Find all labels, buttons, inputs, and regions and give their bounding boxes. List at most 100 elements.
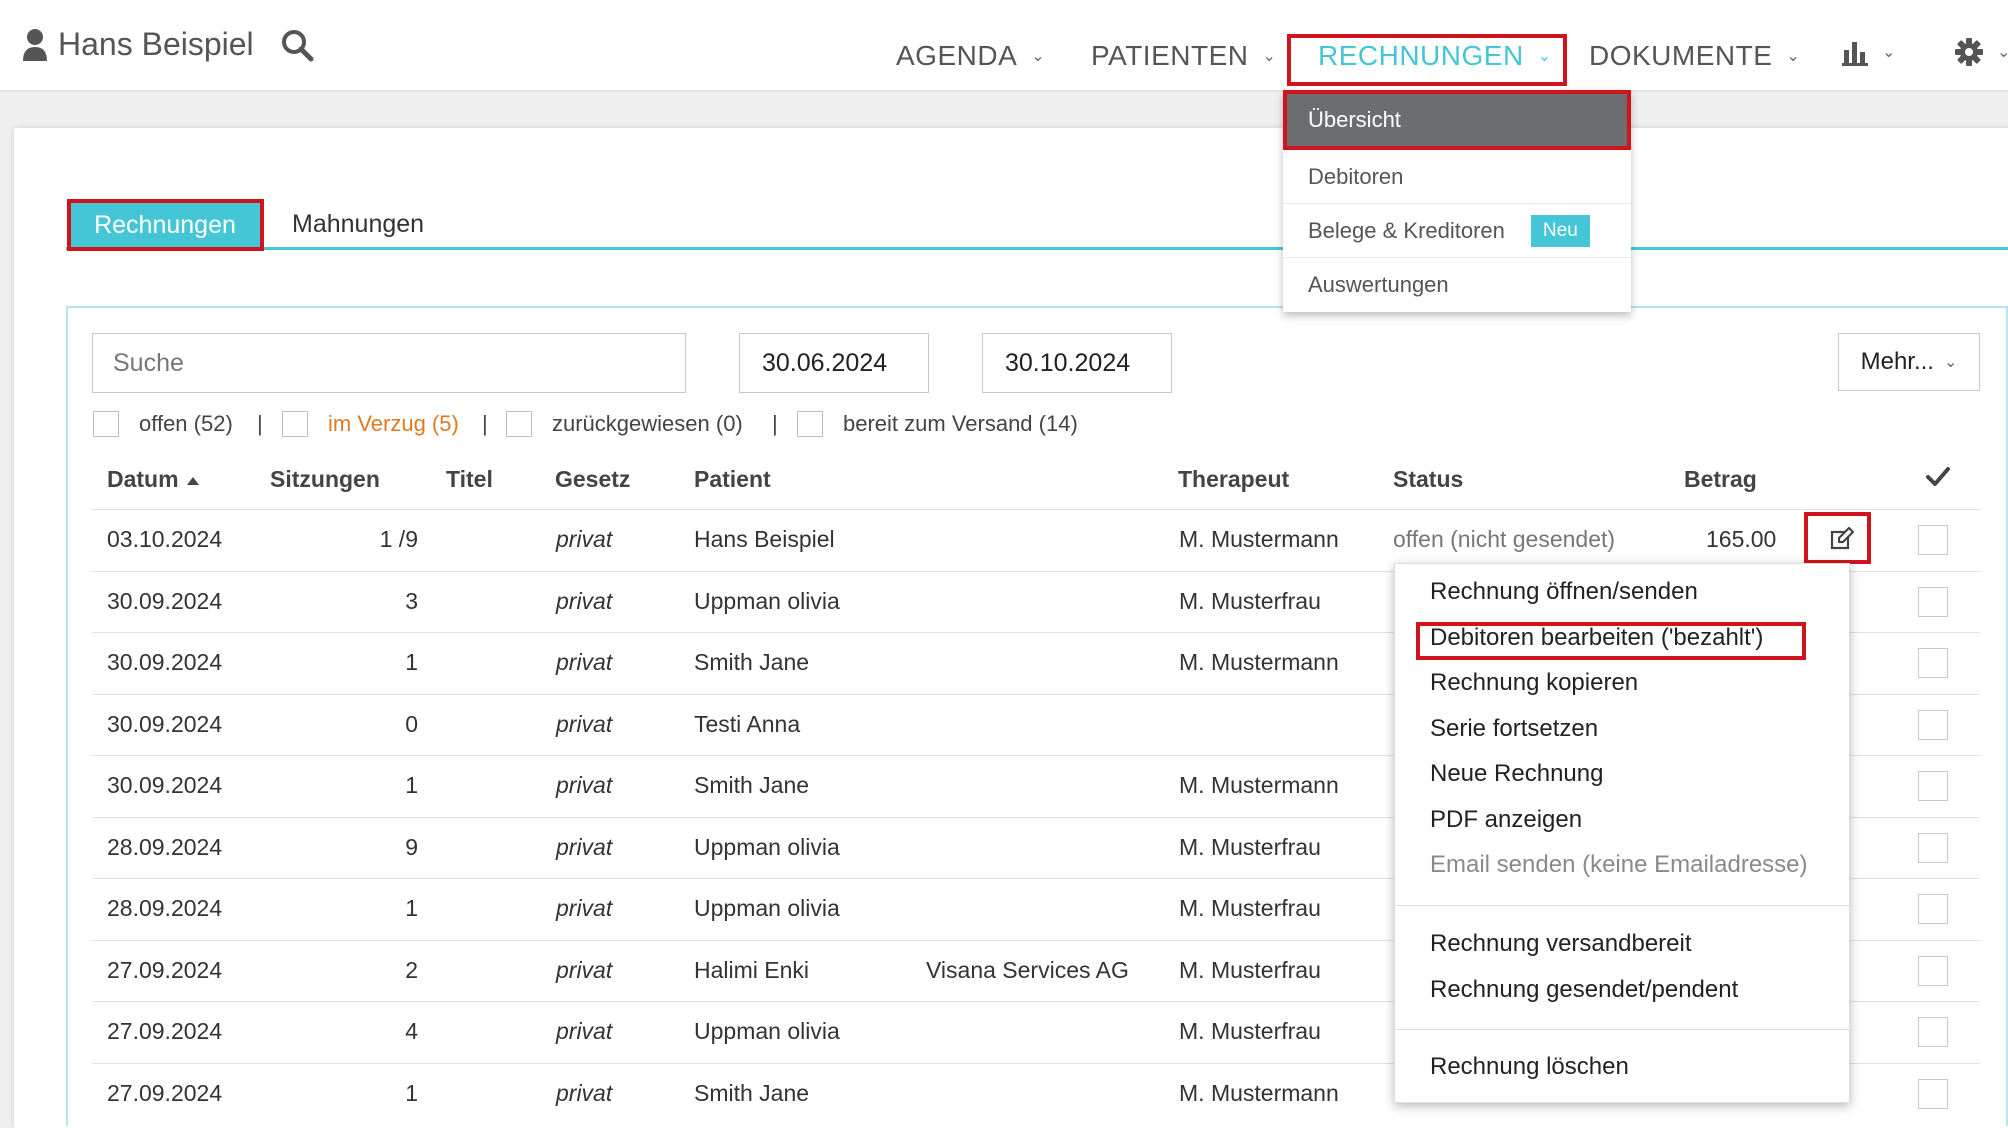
filter-label: bereit zum Versand (14) <box>843 411 1078 436</box>
ctx-sent-pending[interactable]: Rechnung gesendet/pendent <box>1430 976 1738 1004</box>
user-menu[interactable]: Hans Beispiel <box>22 26 254 63</box>
cell-sitzungen: 1 <box>405 1079 418 1106</box>
cell-patient: Testi Anna <box>694 710 801 737</box>
date-to-field[interactable]: 30.10.2024 <box>982 333 1172 393</box>
chevron-down-icon: ⌄ <box>1537 48 1552 65</box>
row-checkbox[interactable] <box>1918 1078 1948 1109</box>
column-header-patient[interactable]: Patient <box>694 466 771 493</box>
row-checkbox[interactable] <box>1918 648 1948 678</box>
cell-datum: 30.09.2024 <box>107 710 223 737</box>
cell-patient: Hans Beispiel <box>694 526 835 552</box>
menu-item-label: Belege & Kreditoren <box>1308 217 1505 243</box>
edit-icon[interactable] <box>1829 526 1855 552</box>
row-checkbox[interactable] <box>1918 955 1948 986</box>
chevron-down-icon: ⌄ <box>1943 354 1958 371</box>
ctx-delete-invoice[interactable]: Rechnung löschen <box>1430 1053 1629 1081</box>
cell-sitzungen: 1 <box>405 895 418 921</box>
ctx-show-pdf[interactable]: PDF anzeigen <box>1430 806 1582 834</box>
tab-underline <box>66 247 2008 250</box>
filter-zurueckgewiesen[interactable]: zurückgewiesen (0) <box>506 411 743 437</box>
tab-rechnungen-label: Rechnungen <box>94 210 236 239</box>
row-checkbox[interactable] <box>1918 832 1948 863</box>
select-all-check-icon[interactable] <box>1925 464 1951 490</box>
cell-gesetz: privat <box>556 833 613 860</box>
column-header-label: Patient <box>694 466 771 492</box>
filter-checkbox[interactable] <box>93 411 119 437</box>
filter-offen[interactable]: offen (52) <box>93 411 233 437</box>
filter-checkbox[interactable] <box>797 411 823 437</box>
nav-dokumente[interactable]: DOKUMENTE ⌄ <box>1589 40 1800 72</box>
column-header-label: Sitzungen <box>270 466 380 492</box>
more-button[interactable]: Mehr... ⌄ <box>1838 333 1980 391</box>
nav-patienten[interactable]: PATIENTEN ⌄ <box>1091 40 1276 72</box>
column-header-label: Betrag <box>1684 466 1757 492</box>
column-header-status[interactable]: Status <box>1393 466 1463 493</box>
search-icon[interactable] <box>280 28 314 62</box>
menu-item-auswertungen[interactable]: Auswertungen <box>1283 258 1631 312</box>
cell-sitzungen: 9 <box>405 833 418 860</box>
ctx-open-send[interactable]: Rechnung öffnen/senden <box>1430 578 1698 606</box>
cell-sitzungen: 4 <box>405 1018 418 1044</box>
cell-sitzungen: 3 <box>405 587 418 614</box>
nav-agenda[interactable]: AGENDA ⌄ <box>896 40 1045 72</box>
cell-patient: Uppman olivia <box>694 587 840 614</box>
ctx-edit-debitor-paid[interactable]: Debitoren bearbeiten ('bezahlt') <box>1430 624 1763 652</box>
ctx-ready-to-send[interactable]: Rechnung versandbereit <box>1430 930 1692 958</box>
cell-datum: 27.09.2024 <box>107 1079 223 1106</box>
row-checkbox[interactable] <box>1918 525 1948 555</box>
filter-im-verzug[interactable]: im Verzug (5) <box>282 411 459 437</box>
nav-settings[interactable]: ⌄ <box>1955 38 2008 66</box>
new-badge: Neu <box>1530 214 1590 247</box>
cell-gesetz: privat <box>556 772 613 798</box>
ctx-copy-invoice[interactable]: Rechnung kopieren <box>1430 669 1638 697</box>
cell-therapeut: M. Mustermann <box>1179 649 1339 675</box>
nav-rechnungen-label: RECHNUNGEN <box>1318 40 1524 71</box>
row-checkbox[interactable] <box>1918 709 1948 740</box>
filter-checkbox[interactable] <box>506 411 532 437</box>
ctx-continue-series[interactable]: Serie fortsetzen <box>1430 715 1598 743</box>
tab-mahnungen[interactable]: Mahnungen <box>292 210 424 239</box>
cell-sitzungen: 1 <box>405 649 418 675</box>
row-checkbox[interactable] <box>1918 1017 1948 1047</box>
column-header-titel[interactable]: Titel <box>446 466 493 493</box>
cell-status: offen (nicht gesendet) <box>1393 526 1616 552</box>
row-checkbox[interactable] <box>1918 771 1948 801</box>
column-header-datum[interactable]: Datum <box>107 466 199 493</box>
nav-patienten-label: PATIENTEN <box>1091 40 1249 71</box>
nav-rechnungen[interactable]: RECHNUNGEN ⌄ <box>1318 40 1552 72</box>
cell-gesetz: privat <box>556 1018 613 1044</box>
column-header-gesetz[interactable]: Gesetz <box>555 466 630 493</box>
cell-gesetz: privat <box>556 649 613 675</box>
menu-item-debitoren[interactable]: Debitoren <box>1283 150 1631 204</box>
column-header-therapeut[interactable]: Therapeut <box>1178 466 1289 493</box>
cell-sitzungen: 1 /9 <box>379 526 418 552</box>
table-row[interactable]: 03.10.2024 1 /9 privat Hans Beispiel M. Must… <box>92 509 1980 570</box>
ctx-send-email: Email senden (keine Emailadresse) <box>1430 851 1808 878</box>
menu-item-belege-kreditoren[interactable]: Belege & Kreditoren Neu <box>1283 204 1631 258</box>
user-name: Hans Beispiel <box>58 26 254 62</box>
cell-patient: Smith Jane <box>694 1079 810 1106</box>
cell-therapeut: M. Musterfrau <box>1179 895 1321 921</box>
nav-statistics[interactable]: ⌄ <box>1842 38 1896 66</box>
filter-label: im Verzug (5) <box>328 411 459 436</box>
column-header-sitzungen[interactable]: Sitzungen <box>270 466 380 493</box>
chevron-down-icon: ⌄ <box>1262 48 1277 65</box>
tab-rechnungen[interactable]: Rechnungen <box>70 202 260 248</box>
cell-datum: 27.09.2024 <box>107 956 223 983</box>
cell-therapeut: M. Mustermann <box>1179 526 1339 552</box>
filter-bereit-versand[interactable]: bereit zum Versand (14) <box>797 411 1078 437</box>
row-checkbox[interactable] <box>1918 894 1948 924</box>
cell-therapeut: M. Musterfrau <box>1179 956 1321 983</box>
row-checkbox[interactable] <box>1918 586 1948 617</box>
column-header-betrag[interactable]: Betrag <box>1684 466 1757 493</box>
date-from-field[interactable]: 30.06.2024 <box>739 333 929 393</box>
ctx-new-invoice[interactable]: Neue Rechnung <box>1430 760 1603 788</box>
filter-checkbox[interactable] <box>282 411 308 437</box>
menu-divider <box>1395 1029 1849 1030</box>
chevron-down-icon: ⌄ <box>1786 48 1801 65</box>
menu-item-uebersicht[interactable]: Übersicht <box>1283 90 1631 150</box>
search-input[interactable]: Suche <box>92 333 686 393</box>
cell-therapeut: M. Musterfrau <box>1179 587 1321 614</box>
top-navigation-bar: Hans Beispiel AGENDA ⌄ PATIENTEN ⌄ RECHN… <box>0 0 2008 92</box>
cell-patient: Smith Jane <box>694 649 810 675</box>
